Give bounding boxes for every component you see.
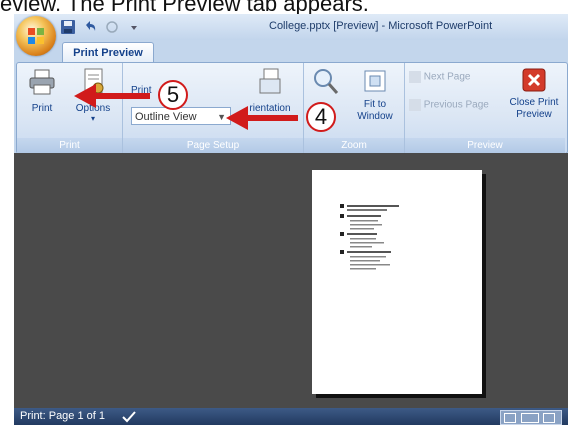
magnifier-icon <box>314 69 339 94</box>
quick-access-toolbar <box>60 18 142 36</box>
print-what-dropdown[interactable]: Outline View ▼ <box>131 107 231 125</box>
close-print-preview-label: Close Print Preview <box>509 97 559 120</box>
printer-icon <box>29 69 55 95</box>
powerpoint-window: College.pptx [Preview] - Microsoft Power… <box>14 14 568 425</box>
zoom-group-label: Zoom <box>304 138 404 153</box>
print-what-value: Outline View <box>135 111 197 123</box>
preview-area <box>14 153 568 408</box>
orientation-button[interactable]: rientation ▾ <box>241 65 299 131</box>
ribbon: Print Options ▾ Print Print Outline View… <box>16 62 568 154</box>
title-bar: College.pptx [Preview] - Microsoft Power… <box>14 14 568 40</box>
office-logo-icon <box>28 28 44 44</box>
slide-show-view-icon[interactable] <box>543 413 555 423</box>
window-title: College.pptx [Preview] - Microsoft Power… <box>269 20 493 32</box>
spell-check-icon[interactable] <box>122 411 136 423</box>
close-icon <box>522 68 546 92</box>
save-icon[interactable] <box>60 19 76 35</box>
options-dropdown-icon: ▾ <box>90 114 95 123</box>
preview-group-label: Preview <box>405 138 565 153</box>
print-group-label: Print <box>17 138 122 153</box>
ribbon-tabs: Print Preview <box>14 40 568 63</box>
preview-page <box>312 170 482 394</box>
chevron-down-icon: ▼ <box>217 112 226 122</box>
print-button[interactable]: Print <box>21 65 63 131</box>
page-setup-group: Print Outline View ▼ rientation ▾ Page S… <box>123 63 304 153</box>
fit-to-window-label: Fit to Window <box>357 99 393 122</box>
step-4-callout: 4 <box>306 102 336 132</box>
options-icon <box>84 68 104 94</box>
previous-page-button[interactable]: Previous Page <box>409 99 501 111</box>
step-5-callout: 5 <box>158 80 188 110</box>
print-group: Print Options ▾ Print <box>17 63 123 153</box>
previous-page-label: Previous Page <box>423 99 489 111</box>
print-what-label: Print <box>131 85 152 96</box>
orientation-icon <box>259 68 281 94</box>
orientation-label: rientation <box>249 103 291 114</box>
preview-group: Next Page Previous Page Close Print Prev… <box>405 63 565 153</box>
undo-icon[interactable] <box>82 19 98 35</box>
next-page-label: Next Page <box>423 71 471 83</box>
page-status: Print: Page 1 of 1 <box>20 410 105 422</box>
customize-qat-icon[interactable] <box>126 19 142 35</box>
fit-to-window-button[interactable]: Fit to Window <box>348 65 402 131</box>
options-button[interactable]: Options ▾ <box>69 65 117 131</box>
fit-to-window-icon <box>364 70 386 92</box>
page-outline-content <box>340 204 399 270</box>
next-page-icon <box>409 71 421 83</box>
status-bar: Print: Page 1 of 1 <box>14 408 568 425</box>
tab-print-preview[interactable]: Print Preview <box>62 42 154 63</box>
options-label: Options <box>75 103 111 114</box>
orientation-dropdown-icon: ▾ <box>267 114 272 123</box>
close-print-preview-button[interactable]: Close Print Preview <box>505 65 563 131</box>
redo-icon[interactable] <box>104 19 120 35</box>
page-setup-group-label: Page Setup <box>123 138 303 153</box>
print-label: Print <box>31 103 53 114</box>
view-buttons <box>500 410 562 425</box>
office-button[interactable] <box>16 16 56 56</box>
previous-page-icon <box>409 99 421 111</box>
slide-sorter-view-icon[interactable] <box>521 413 539 423</box>
normal-view-icon[interactable] <box>504 413 516 423</box>
next-page-button[interactable]: Next Page <box>409 71 501 83</box>
